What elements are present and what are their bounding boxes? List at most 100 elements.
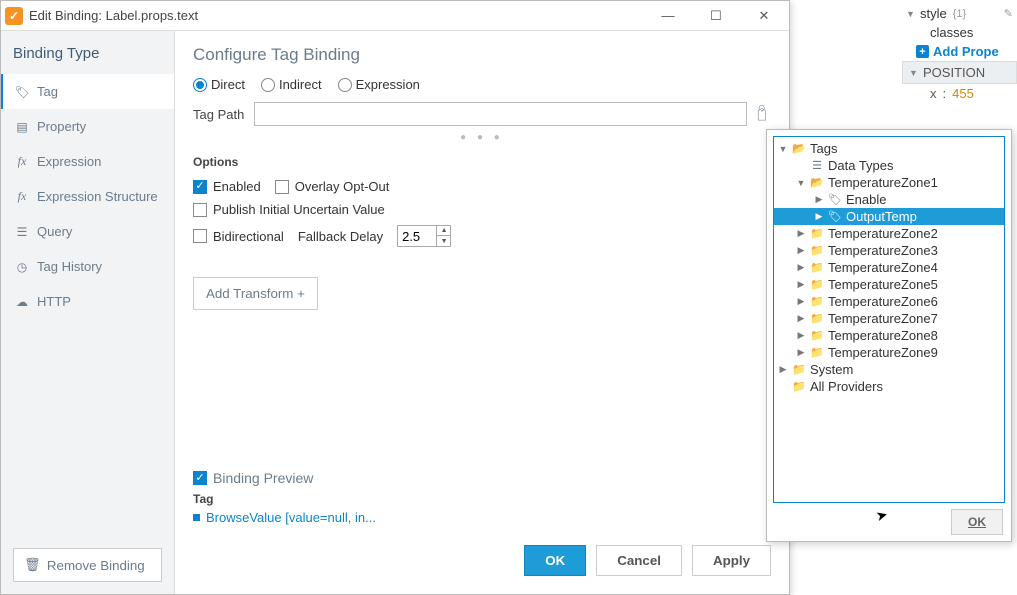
position-section[interactable]: ▼ POSITION: [902, 61, 1017, 84]
classes-key[interactable]: classes: [930, 25, 973, 40]
tree-toggle-icon[interactable]: ▼: [796, 178, 806, 188]
folder-open-icon: 📂: [792, 142, 806, 155]
tree-node[interactable]: ▶📁TemperatureZone5: [774, 276, 1004, 293]
x-value[interactable]: 455: [952, 86, 974, 101]
minimize-button[interactable]: —: [653, 4, 683, 28]
tree-toggle-icon[interactable]: ▶: [796, 228, 806, 239]
bidirectional-checkbox[interactable]: Bidirectional: [193, 229, 284, 244]
x-key[interactable]: x: [930, 86, 937, 101]
folder-icon: 📁: [792, 363, 806, 376]
tree-node[interactable]: ▶📁TemperatureZone3: [774, 242, 1004, 259]
tree-toggle-icon[interactable]: ▶: [796, 245, 806, 256]
folder-icon: 📁: [810, 261, 824, 274]
radio-dot-icon: [193, 78, 207, 92]
sidebar-item-http[interactable]: ☁ HTTP: [1, 284, 174, 319]
close-button[interactable]: ✕: [749, 4, 779, 28]
spinner-down-icon[interactable]: ▼: [437, 236, 451, 246]
apply-button[interactable]: Apply: [692, 545, 771, 576]
tree-toggle-icon[interactable]: ▼: [906, 9, 914, 19]
popup-ok-button[interactable]: OK: [951, 509, 1003, 535]
tree-toggle-icon[interactable]: ▶: [814, 211, 824, 222]
add-property-link[interactable]: + Add Prope: [902, 42, 1017, 61]
tree-toggle-icon[interactable]: ▶: [796, 330, 806, 341]
tree-node-label: TemperatureZone7: [828, 311, 938, 326]
fallback-delay-label: Fallback Delay: [298, 229, 383, 244]
options-label: Options: [193, 155, 771, 169]
tree-node[interactable]: ▶📁TemperatureZone6: [774, 293, 1004, 310]
tree-toggle-icon[interactable]: ▶: [796, 313, 806, 324]
tag-icon: 🏷: [828, 210, 842, 223]
tree-node-label: OutputTemp: [846, 209, 917, 224]
tree-node-label: Data Types: [828, 158, 894, 173]
radio-direct[interactable]: Direct: [193, 77, 245, 92]
enabled-checkbox[interactable]: Enabled: [193, 179, 261, 194]
cancel-button[interactable]: Cancel: [596, 545, 682, 576]
tagpath-label: Tag Path: [193, 107, 244, 122]
folder-icon: 📁: [810, 227, 824, 240]
sidebar-item-expression-structure[interactable]: fx Expression Structure: [1, 179, 174, 214]
property-icon: ▤: [15, 120, 29, 134]
history-icon: ◷: [15, 260, 29, 274]
titlebar[interactable]: Edit Binding: Label.props.text — ☐ ✕: [1, 1, 789, 31]
tree-node[interactable]: ▶🏷Enable: [774, 191, 1004, 208]
tree-node[interactable]: ▶📁TemperatureZone2: [774, 225, 1004, 242]
radio-dot-icon: [338, 78, 352, 92]
sidebar-title: Binding Type: [1, 31, 174, 74]
sidebar-item-tag[interactable]: 🏷 Tag: [1, 74, 174, 109]
main-title: Configure Tag Binding: [193, 45, 771, 65]
tree-node[interactable]: ▶📁TemperatureZone7: [774, 310, 1004, 327]
tree-node[interactable]: ▶📁TemperatureZone8: [774, 327, 1004, 344]
tree-node[interactable]: ▼📂Tags: [774, 140, 1004, 157]
tag-icon: 🏷: [828, 193, 842, 206]
tree-toggle-icon[interactable]: ▶: [796, 347, 806, 358]
sidebar-item-label: Expression Structure: [37, 189, 158, 204]
tree-node[interactable]: ▶ 📁 System: [774, 361, 1004, 378]
radio-indirect[interactable]: Indirect: [261, 77, 322, 92]
browse-tag-icon[interactable]: 🏷: [749, 101, 774, 126]
style-key[interactable]: style: [920, 6, 947, 21]
style-badge: {1}: [953, 8, 966, 20]
fallback-delay-input[interactable]: [398, 226, 436, 246]
tagpath-input[interactable]: [254, 102, 747, 126]
tree-toggle-icon[interactable]: ▶: [796, 296, 806, 307]
tree-node[interactable]: ▶📁TemperatureZone9: [774, 344, 1004, 361]
bullet-icon: [193, 514, 200, 521]
sidebar-item-label: Query: [37, 224, 72, 239]
tree-node[interactable]: ▶ 🏷 OutputTemp: [774, 208, 1004, 225]
checkbox-icon[interactable]: [193, 471, 207, 485]
sidebar-item-tag-history[interactable]: ◷ Tag History: [1, 249, 174, 284]
ok-button[interactable]: OK: [524, 545, 586, 576]
edit-binding-dialog: Edit Binding: Label.props.text — ☐ ✕ Bin…: [0, 0, 790, 595]
maximize-button[interactable]: ☐: [701, 4, 731, 28]
tree-node[interactable]: ▶📁TemperatureZone4: [774, 259, 1004, 276]
paint-icon[interactable]: ✎: [1004, 7, 1013, 20]
tree-node-label: System: [810, 362, 853, 377]
sidebar-item-query[interactable]: ☰ Query: [1, 214, 174, 249]
overlay-checkbox[interactable]: Overlay Opt-Out: [275, 179, 390, 194]
folder-icon: 📁: [810, 329, 824, 342]
tree-toggle-icon[interactable]: ▶: [778, 364, 788, 375]
tree-toggle-icon[interactable]: ▼: [778, 144, 788, 154]
resize-handle-icon[interactable]: ● ● ●: [193, 132, 771, 143]
spinner-up-icon[interactable]: ▲: [437, 226, 451, 236]
tag-tree[interactable]: ▼📂Tags☰Data Types▼📂TemperatureZone1▶🏷Ena…: [773, 136, 1005, 503]
folder-icon: 📁: [810, 278, 824, 291]
folder-open-icon: 📂: [810, 176, 824, 189]
tree-toggle-icon[interactable]: ▶: [814, 194, 824, 205]
sidebar-item-expression[interactable]: fx Expression: [1, 144, 174, 179]
tree-toggle-icon[interactable]: ▶: [796, 262, 806, 273]
remove-binding-button[interactable]: 🗑 Remove Binding: [13, 548, 162, 582]
tree-node[interactable]: ▼📂TemperatureZone1: [774, 174, 1004, 191]
fallback-delay-spinner[interactable]: ▲ ▼: [397, 225, 451, 247]
publish-checkbox[interactable]: Publish Initial Uncertain Value: [193, 202, 385, 217]
fx-icon: fx: [15, 154, 29, 169]
radio-expression[interactable]: Expression: [338, 77, 420, 92]
tree-node[interactable]: ☰ Data Types: [774, 157, 1004, 174]
tree-toggle-icon[interactable]: ▼: [909, 68, 917, 78]
tree-toggle-icon[interactable]: ▶: [796, 279, 806, 290]
sidebar-item-property[interactable]: ▤ Property: [1, 109, 174, 144]
add-transform-button[interactable]: Add Transform +: [193, 277, 318, 310]
tree-node[interactable]: 📁All Providers: [774, 378, 1004, 395]
types-icon: ☰: [810, 159, 824, 172]
binding-mode-radios: Direct Indirect Expression: [193, 77, 771, 92]
